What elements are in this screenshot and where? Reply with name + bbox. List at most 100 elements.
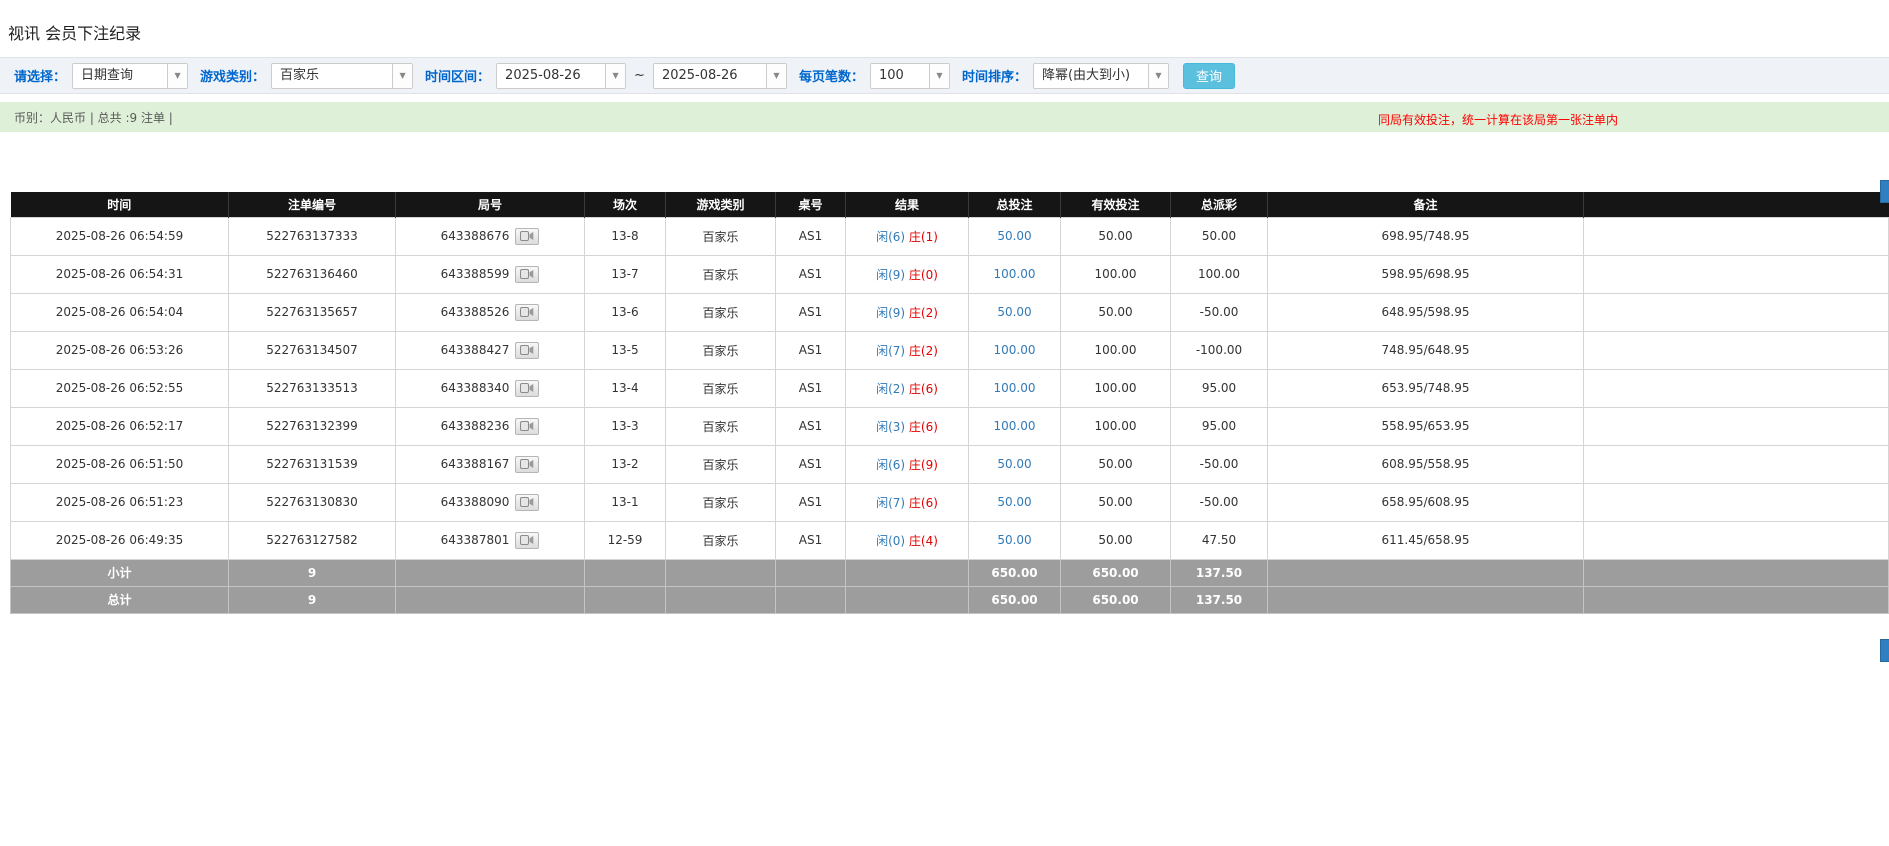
result-banker: 庄(2)	[909, 306, 938, 320]
cell-game-type: 百家乐	[666, 407, 776, 445]
cell-table-no: AS1	[776, 217, 846, 255]
chevron-down-icon[interactable]: ▼	[392, 64, 412, 88]
page-size-combobox[interactable]: 100 ▼	[870, 63, 950, 89]
view-video-button[interactable]	[515, 228, 539, 245]
bet-amount-link[interactable]: 50.00	[997, 229, 1031, 243]
bet-amount-link[interactable]: 50.00	[997, 495, 1031, 509]
cell-table-no: AS1	[776, 445, 846, 483]
date-from-value: 2025-08-26	[497, 64, 605, 88]
total-empty	[846, 586, 969, 613]
chevron-down-icon[interactable]: ▼	[929, 64, 949, 88]
date-mode-combobox[interactable]: 日期查询 ▼	[72, 63, 188, 89]
chevron-down-icon[interactable]: ▼	[605, 64, 625, 88]
game-type-label: 游戏类别：	[200, 66, 265, 85]
cell-total-bet: 100.00	[969, 255, 1061, 293]
result-player: 闲(9)	[876, 306, 905, 320]
view-video-button[interactable]	[515, 266, 539, 283]
cell-bet-id: 522763127582	[229, 521, 396, 559]
cell-payout: -100.00	[1171, 331, 1268, 369]
bet-amount-link[interactable]: 100.00	[994, 343, 1036, 357]
subtotal-empty	[1268, 559, 1584, 586]
view-video-button[interactable]	[515, 494, 539, 511]
bet-amount-link[interactable]: 50.00	[997, 533, 1031, 547]
cell-result: 闲(7) 庄(2)	[846, 331, 969, 369]
cell-session: 13-5	[585, 331, 666, 369]
cell-payout: 47.50	[1171, 521, 1268, 559]
video-camera-icon	[520, 497, 534, 507]
cell-result: 闲(6) 庄(1)	[846, 217, 969, 255]
cell-filler	[1584, 369, 1889, 407]
cell-game-type: 百家乐	[666, 331, 776, 369]
game-type-combobox[interactable]: 百家乐 ▼	[271, 63, 413, 89]
summary-bar: 币别：人民币 | 总共 :9 注单 | 同局有效投注，统一计算在该局第一张注单内	[0, 102, 1889, 132]
cell-result: 闲(0) 庄(4)	[846, 521, 969, 559]
column-header: 备注	[1268, 192, 1584, 217]
cell-total-bet: 100.00	[969, 407, 1061, 445]
cell-time: 2025-08-26 06:52:55	[11, 369, 229, 407]
cell-filler	[1584, 407, 1889, 445]
date-from-picker[interactable]: 2025-08-26 ▼	[496, 63, 626, 89]
cell-payout: -50.00	[1171, 445, 1268, 483]
clipped-action-button-top[interactable]	[1880, 180, 1889, 203]
bet-amount-link[interactable]: 100.00	[994, 381, 1036, 395]
result-banker: 庄(2)	[909, 344, 938, 358]
result-banker: 庄(1)	[909, 230, 938, 244]
bet-amount-link[interactable]: 50.00	[997, 305, 1031, 319]
total-empty	[666, 586, 776, 613]
total-valid-bet: 650.00	[1061, 586, 1171, 613]
subtotal-empty	[776, 559, 846, 586]
result-banker: 庄(0)	[909, 268, 938, 282]
chevron-down-icon[interactable]: ▼	[1148, 64, 1168, 88]
clipped-action-button-bottom[interactable]	[1880, 639, 1889, 662]
cell-result: 闲(9) 庄(2)	[846, 293, 969, 331]
cell-filler	[1584, 521, 1889, 559]
view-video-button[interactable]	[515, 456, 539, 473]
table-row: 2025-08-26 06:52:55522763133513643388340…	[11, 369, 1889, 407]
bet-amount-link[interactable]: 100.00	[994, 419, 1036, 433]
cell-result: 闲(9) 庄(0)	[846, 255, 969, 293]
chevron-down-icon[interactable]: ▼	[167, 64, 187, 88]
cell-payout: 95.00	[1171, 369, 1268, 407]
video-camera-icon	[520, 345, 534, 355]
cell-table-no: AS1	[776, 331, 846, 369]
total-empty	[1584, 586, 1889, 613]
view-video-button[interactable]	[515, 304, 539, 321]
round-number: 643388236	[441, 419, 510, 433]
search-button[interactable]: 查询	[1183, 63, 1235, 89]
cell-time: 2025-08-26 06:54:31	[11, 255, 229, 293]
result-player: 闲(6)	[876, 230, 905, 244]
subtotal-label: 小计	[11, 559, 229, 586]
total-empty	[776, 586, 846, 613]
table-row: 2025-08-26 06:54:04522763135657643388526…	[11, 293, 1889, 331]
bet-amount-link[interactable]: 100.00	[994, 267, 1036, 281]
cell-filler	[1584, 255, 1889, 293]
round-number: 643388340	[441, 381, 510, 395]
date-to-picker[interactable]: 2025-08-26 ▼	[653, 63, 787, 89]
video-camera-icon	[520, 269, 534, 279]
total-label: 总计	[11, 586, 229, 613]
column-header: 注单编号	[229, 192, 396, 217]
result-player: 闲(6)	[876, 458, 905, 472]
view-video-button[interactable]	[515, 380, 539, 397]
view-video-button[interactable]	[515, 342, 539, 359]
cell-round-id: 643388167	[396, 445, 585, 483]
chevron-down-icon[interactable]: ▼	[766, 64, 786, 88]
sort-order-combobox[interactable]: 降幂(由大到小) ▼	[1033, 63, 1169, 89]
cell-filler	[1584, 217, 1889, 255]
records-table: 时间注单编号局号场次游戏类别桌号结果总投注有效投注总派彩备注 2025-08-2…	[10, 192, 1889, 614]
result-banker: 庄(6)	[909, 382, 938, 396]
cell-note: 558.95/653.95	[1268, 407, 1584, 445]
cell-time: 2025-08-26 06:49:35	[11, 521, 229, 559]
currency-summary-text: 币别：人民币 | 总共 :9 注单 |	[14, 109, 173, 126]
cell-session: 13-6	[585, 293, 666, 331]
column-header: 有效投注	[1061, 192, 1171, 217]
view-video-button[interactable]	[515, 418, 539, 435]
column-header: 总派彩	[1171, 192, 1268, 217]
result-banker: 庄(6)	[909, 420, 938, 434]
cell-game-type: 百家乐	[666, 445, 776, 483]
cell-total-bet: 50.00	[969, 217, 1061, 255]
bet-amount-link[interactable]: 50.00	[997, 457, 1031, 471]
cell-table-no: AS1	[776, 255, 846, 293]
view-video-button[interactable]	[515, 532, 539, 549]
total-empty	[1268, 586, 1584, 613]
